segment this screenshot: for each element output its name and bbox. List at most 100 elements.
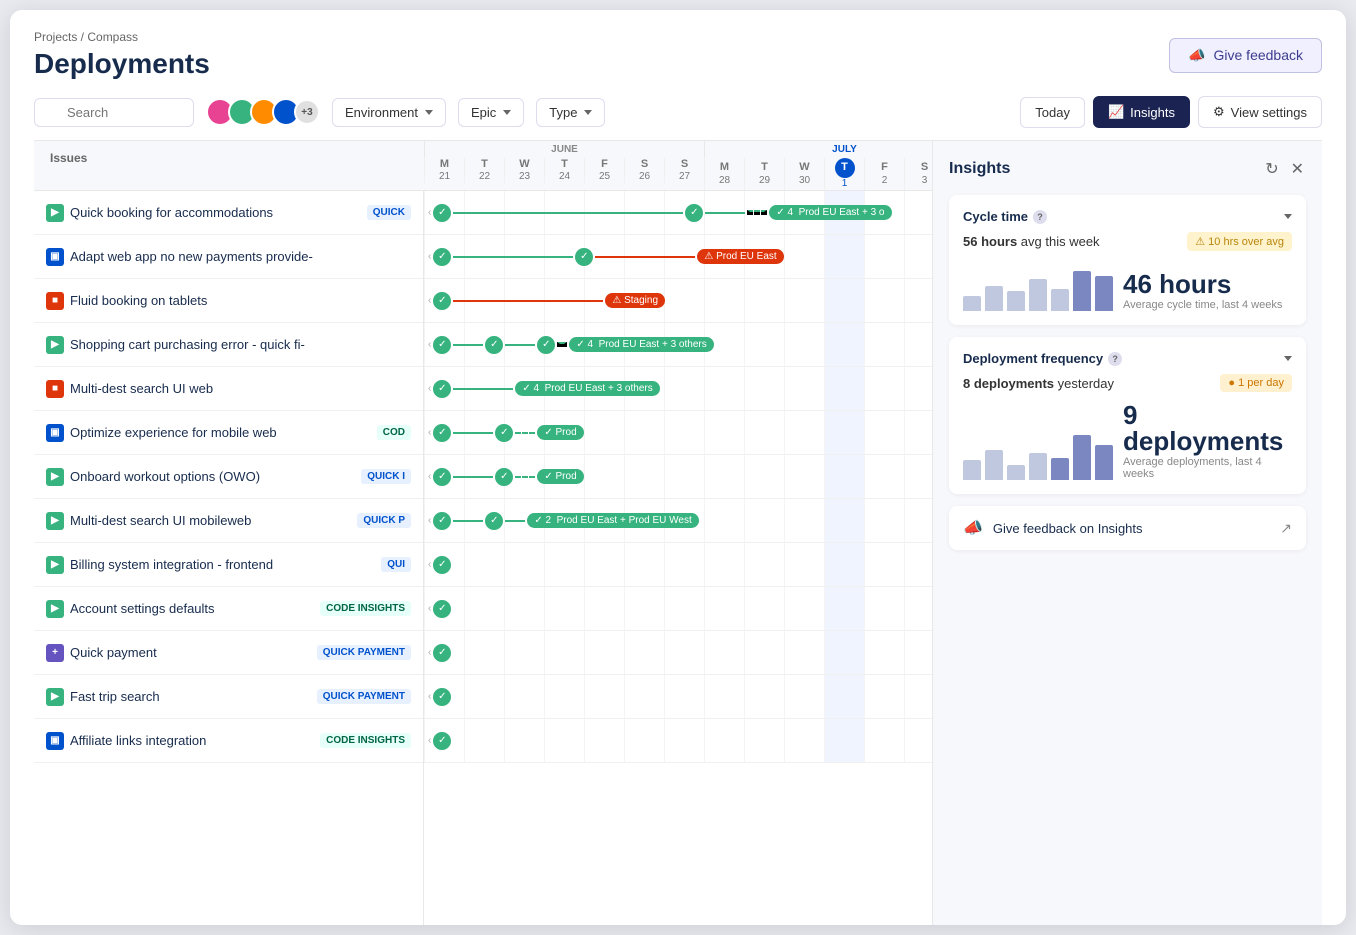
insights-button[interactable]: 📈 Insights xyxy=(1093,96,1190,128)
cycle-desc: Average cycle time, last 4 weeks xyxy=(1123,299,1282,311)
issue-row: ▣ Adapt web app no new payments provide- xyxy=(34,235,423,279)
avatar-group[interactable]: +3 xyxy=(206,98,320,126)
deploy-bars xyxy=(963,430,1113,480)
issue-row: ▶ Shopping cart purchasing error - quick… xyxy=(34,323,423,367)
issue-icon-story: + xyxy=(46,644,64,662)
day-w30: W30 xyxy=(784,158,824,190)
issue-name: Optimize experience for mobile web xyxy=(70,425,371,440)
gcell xyxy=(504,191,544,234)
view-buttons: Today 📈 Insights ⚙ View settings xyxy=(1020,96,1322,128)
gcell xyxy=(904,191,932,234)
chart-icon: 📈 xyxy=(1108,104,1124,120)
megaphone-icon: 📣 xyxy=(963,518,983,538)
cycle-time-badge: ⚠ 10 hrs over avg xyxy=(1187,232,1292,251)
issue-icon-story: ▣ xyxy=(46,248,64,266)
bar-5 xyxy=(1051,458,1069,481)
settings-icon: ⚙ xyxy=(1213,104,1225,120)
search-input[interactable] xyxy=(34,98,194,127)
avatar-count: +3 xyxy=(294,99,320,125)
gantt-grid: ‹ ✓ ✓ ✓ 4 Prod EU East + 3 o xyxy=(424,191,932,925)
chevron-down-icon xyxy=(503,110,511,115)
search-wrapper: 🔍 xyxy=(34,98,194,127)
day-t24: T24 xyxy=(544,158,584,183)
gantt-row-2: ‹ ✓ ✓ ⚠ Prod EU East xyxy=(424,235,932,279)
feedback-text: Give feedback on Insights xyxy=(993,521,1270,536)
environment-filter[interactable]: Environment xyxy=(332,98,446,127)
issue-name: Fast trip search xyxy=(70,689,311,704)
title-row: Projects / Compass Deployments 📣 Give fe… xyxy=(34,30,1322,80)
view-settings-button[interactable]: ⚙ View settings xyxy=(1198,96,1322,128)
refresh-button[interactable]: ↻ xyxy=(1263,157,1280,181)
gantt-row-3: ‹ ✓ ⚠ Staging xyxy=(424,279,932,323)
day-t29: T29 xyxy=(744,158,784,190)
main-content: Issues JUNE M21 T22 W23 T24 F25 S26 S27 xyxy=(34,140,1322,925)
expand-icon[interactable] xyxy=(1284,356,1292,361)
gantt-row-12: ‹ ✓ xyxy=(424,675,932,719)
gcell xyxy=(624,191,664,234)
bar-2 xyxy=(985,286,1003,311)
insights-panel-header: Insights ↻ ✕ xyxy=(949,157,1306,181)
june-group: JUNE M21 T22 W23 T24 F25 S26 S27 xyxy=(424,141,704,190)
breadcrumb: Projects / Compass xyxy=(34,30,210,44)
issue-icon-story: ▣ xyxy=(46,424,64,442)
issue-name: Affiliate links integration xyxy=(70,733,314,748)
july-label: JULY xyxy=(704,141,932,158)
toolbar: 🔍 +3 Environment Epic Type Today xyxy=(34,96,1322,140)
issue-icon-story: ▶ xyxy=(46,688,64,706)
bar-1 xyxy=(963,296,981,311)
issue-row: ▶ Fast trip search QUICK PAYMENT xyxy=(34,675,423,719)
day-s3: S3 xyxy=(904,158,932,190)
issue-row: ▶ Billing system integration - frontend … xyxy=(34,543,423,587)
gantt-row-9: ‹ ✓ xyxy=(424,543,932,587)
gcell xyxy=(544,191,584,234)
gcell xyxy=(704,191,744,234)
cycle-time-subrow: 56 hours avg this week ⚠ 10 hrs over avg xyxy=(963,232,1292,251)
deploy-big-value: 9 deployments xyxy=(1123,402,1292,454)
issue-icon-story: ▶ xyxy=(46,600,64,618)
feedback-row[interactable]: 📣 Give feedback on Insights ↗ xyxy=(949,506,1306,550)
issue-row: ▣ Optimize experience for mobile web COD xyxy=(34,411,423,455)
today-button[interactable]: Today xyxy=(1020,97,1085,128)
bar-6 xyxy=(1073,271,1091,311)
issue-icon-bug: ■ xyxy=(46,380,64,398)
deploy-freq-card: Deployment frequency ? 8 deployments yes… xyxy=(949,337,1306,494)
issue-name: Multi-dest search UI web xyxy=(70,381,411,396)
gcell xyxy=(464,191,504,234)
day-s27: S27 xyxy=(664,158,704,183)
issue-tag: QUICK PAYMENT xyxy=(317,645,411,660)
issue-tag: QUICK I xyxy=(361,469,411,484)
issue-icon-story: ▶ xyxy=(46,556,64,574)
bar-6 xyxy=(1073,435,1091,480)
bar-7 xyxy=(1095,445,1113,480)
give-feedback-button[interactable]: 📣 Give feedback xyxy=(1169,38,1322,73)
issue-name: Multi-dest search UI mobileweb xyxy=(70,513,351,528)
gcell xyxy=(744,191,784,234)
close-insights-button[interactable]: ✕ xyxy=(1289,157,1306,181)
app-container: Projects / Compass Deployments 📣 Give fe… xyxy=(10,10,1346,925)
issue-tag: COD xyxy=(377,425,411,440)
help-icon: ? xyxy=(1033,210,1047,224)
type-filter[interactable]: Type xyxy=(536,98,605,127)
issue-icon-story: ▶ xyxy=(46,336,64,354)
issue-tag: CODE INSIGHTS xyxy=(320,733,411,748)
gantt-inner: ‹ ✓ ✓ ✓ 4 Prod EU East + 3 o xyxy=(424,191,932,763)
gcell xyxy=(784,191,824,234)
epic-filter[interactable]: Epic xyxy=(458,98,524,127)
gantt-row-1: ‹ ✓ ✓ ✓ 4 Prod EU East + 3 o xyxy=(424,191,932,235)
gcell-today xyxy=(824,191,864,234)
issue-icon-bug: ■ xyxy=(46,292,64,310)
cycle-time-header: Cycle time ? xyxy=(963,209,1292,224)
issue-name: Quick payment xyxy=(70,645,311,660)
cycle-time-chart: 46 hours Average cycle time, last 4 week… xyxy=(963,261,1292,311)
issue-tag: QUICK PAYMENT xyxy=(317,689,411,704)
issue-row: + Quick payment QUICK PAYMENT xyxy=(34,631,423,675)
external-link-icon: ↗ xyxy=(1280,520,1292,537)
issue-row: ▶ Quick booking for accommodations QUICK xyxy=(34,191,423,235)
issue-tag: QUICK P xyxy=(357,513,411,528)
expand-icon[interactable] xyxy=(1284,214,1292,219)
deploy-desc: Average deployments, last 4 weeks xyxy=(1123,456,1292,480)
cycle-bars xyxy=(963,261,1113,311)
issue-row: ▣ Affiliate links integration CODE INSIG… xyxy=(34,719,423,763)
issue-icon-story: ▶ xyxy=(46,468,64,486)
bar-3 xyxy=(1007,291,1025,311)
